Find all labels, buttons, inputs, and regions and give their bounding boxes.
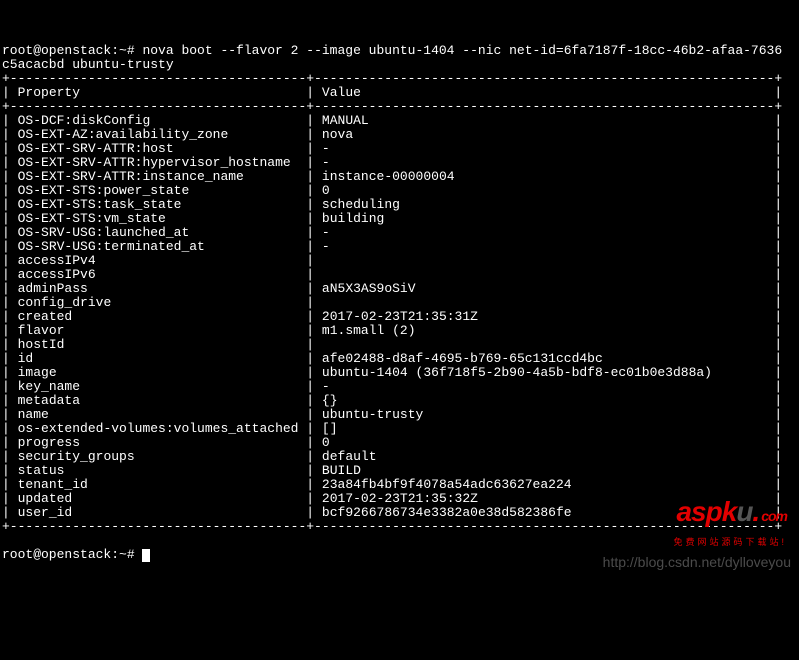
table-cell-property: adminPass [18,281,299,296]
table-cell-property: tenant_id [18,477,299,492]
table-cell-property: hostId [18,337,299,352]
table-cell-property: OS-DCF:diskConfig [18,113,299,128]
aspku-logo: aspku.com 免费网站源码下载站! [663,491,787,563]
terminal-output: root@openstack:~# nova boot --flavor 2 -… [2,44,797,562]
cursor[interactable] [142,549,150,562]
table-cell-property: key_name [18,379,299,394]
command-line-cont: c5acacbd ubuntu-trusty [2,57,174,72]
table-cell-property: config_drive [18,295,299,310]
table-cell-value: nova [322,127,767,142]
table-cell-property: OS-EXT-SRV-ATTR:hypervisor_hostname [18,155,299,170]
table-cell-value: aN5X3AS9oSiV [322,281,767,296]
table-cell-value: m1.small (2) [322,323,767,338]
table-cell-value: scheduling [322,197,767,212]
table-cell-value [322,337,767,352]
col-header-value: Value [322,85,767,100]
table-cell-value: default [322,449,767,464]
table-cell-property: OS-EXT-SRV-ATTR:host [18,141,299,156]
table-cell-property: OS-EXT-STS:vm_state [18,211,299,226]
table-cell-property: accessIPv6 [18,267,299,282]
table-cell-property: progress [18,435,299,450]
table-cell-value: instance-00000004 [322,169,767,184]
table-cell-value [322,267,767,282]
table-cell-value: ubuntu-trusty [322,407,767,422]
table-cell-value: 2017-02-23T21:35:31Z [322,309,767,324]
table-cell-property: user_id [18,505,299,520]
csdn-watermark: http://blog.csdn.net/dylloveyou [603,555,791,569]
table-cell-property: OS-EXT-AZ:availability_zone [18,127,299,142]
table-cell-value: [] [322,421,767,436]
table-cell-value: - [322,225,767,240]
table-cell-property: os-extended-volumes:volumes_attached [18,421,299,436]
table-cell-value: 23a84fb4bf9f4078a54adc63627ea224 [322,477,767,492]
table-cell-property: image [18,365,299,380]
table-cell-value: - [322,155,767,170]
table-cell-property: OS-EXT-STS:task_state [18,197,299,212]
table-cell-value: - [322,141,767,156]
table-cell-property: id [18,351,299,366]
shell-prompt[interactable]: root@openstack:~# [2,547,142,562]
table-cell-property: OS-SRV-USG:terminated_at [18,239,299,254]
table-cell-value: {} [322,393,767,408]
table-cell-property: flavor [18,323,299,338]
table-border-mid: +--------------------------------------+… [2,99,782,114]
table-cell-property: OS-SRV-USG:launched_at [18,225,299,240]
table-cell-property: created [18,309,299,324]
table-cell-value: - [322,239,767,254]
table-cell-property: OS-EXT-STS:power_state [18,183,299,198]
table-cell-value: building [322,211,767,226]
table-border-top: +--------------------------------------+… [2,71,782,86]
table-cell-property: accessIPv4 [18,253,299,268]
col-header-property: Property [18,85,299,100]
table-cell-property: updated [18,491,299,506]
table-cell-value: 0 [322,435,767,450]
table-cell-value [322,295,767,310]
table-cell-value: - [322,379,767,394]
command-line: nova boot --flavor 2 --image ubuntu-1404… [142,43,782,58]
table-cell-property: OS-EXT-SRV-ATTR:instance_name [18,169,299,184]
table-cell-property: name [18,407,299,422]
table-cell-value: MANUAL [322,113,767,128]
table-cell-value [322,253,767,268]
table-cell-property: security_groups [18,449,299,464]
table-cell-value: 0 [322,183,767,198]
table-cell-property: status [18,463,299,478]
table-cell-property: metadata [18,393,299,408]
table-cell-value: afe02488-d8af-4695-b769-65c131ccd4bc [322,351,767,366]
table-cell-value: BUILD [322,463,767,478]
shell-prompt: root@openstack:~# [2,43,142,58]
table-cell-value: ubuntu-1404 (36f718f5-2b90-4a5b-bdf8-ec0… [322,365,767,380]
